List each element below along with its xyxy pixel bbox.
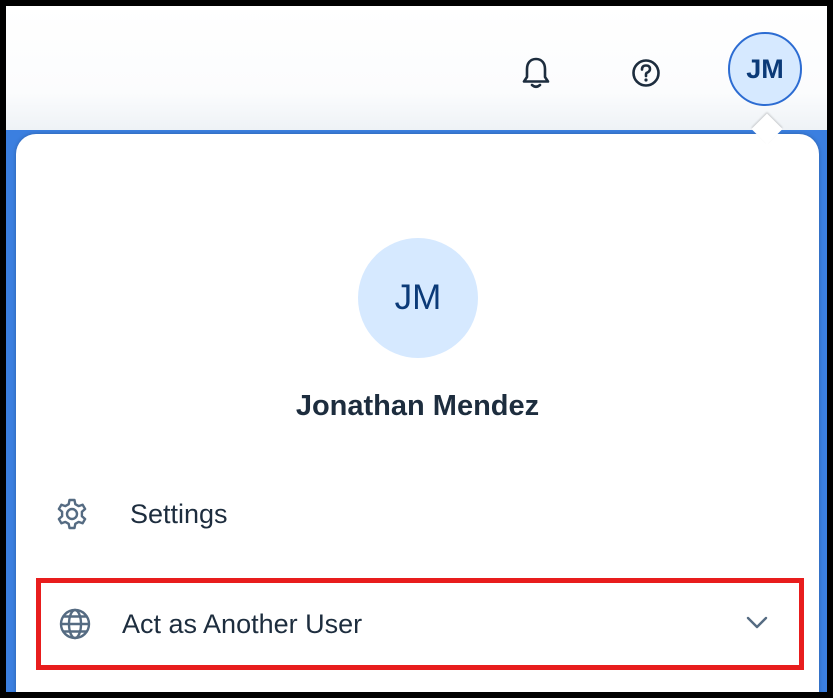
globe-icon [58,607,92,641]
user-avatar-button[interactable]: JM [728,32,802,106]
user-name: Jonathan Mendez [295,390,540,422]
settings-label: Settings [130,498,228,529]
profile-avatar-initials: JM [394,278,442,317]
profile-popover: JM Jonathan Mendez Settings Act as Anoth… [16,134,819,692]
bell-icon [522,57,550,89]
app-frame: JM JM Jonathan Mendez Settings Act as An… [6,6,827,692]
chevron-down-icon[interactable] [745,611,769,635]
gear-icon [54,496,90,532]
act-as-another-user-menu-item[interactable]: Act as Another User [36,578,804,670]
profile-avatar: JM [358,238,478,358]
help-icon [632,59,660,87]
avatar-initials: JM [746,53,784,84]
act-as-another-user-label: Act as Another User [122,608,363,639]
notifications-button[interactable] [514,50,558,96]
settings-menu-item[interactable]: Settings [54,486,794,542]
help-button[interactable] [624,50,668,96]
shell-bar: JM [6,6,827,130]
